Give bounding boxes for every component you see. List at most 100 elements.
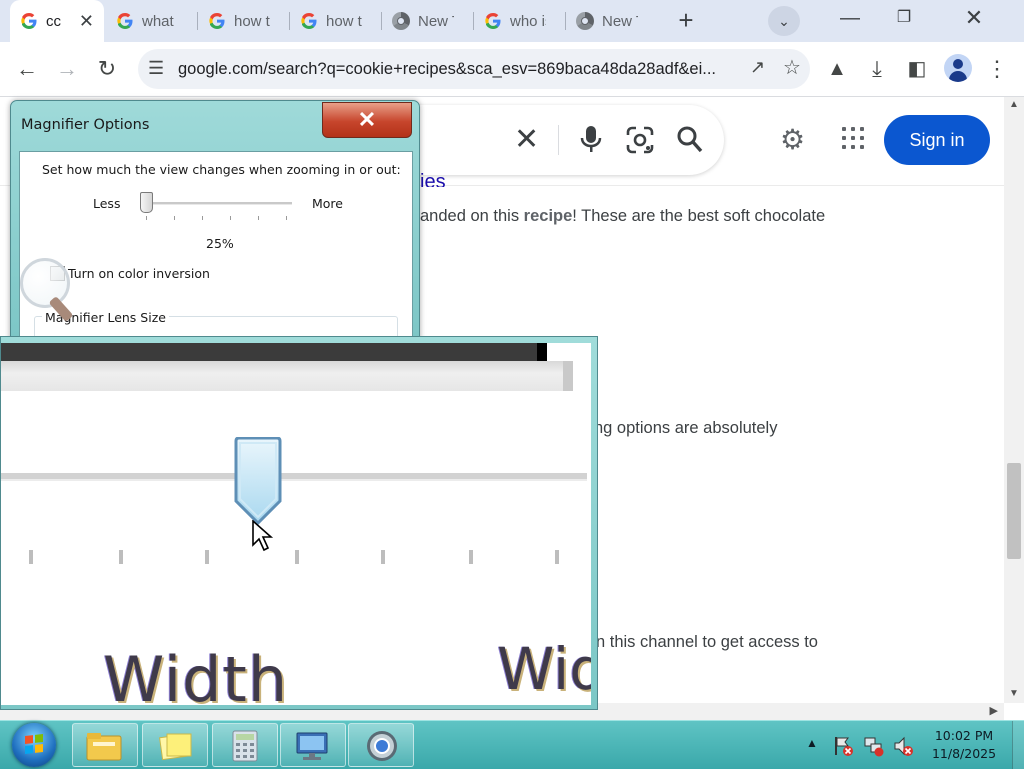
magnified-width-label: Wid — [497, 635, 591, 703]
tab-new-tab-1[interactable]: New T — [382, 0, 474, 42]
google-lens-icon[interactable] — [625, 125, 655, 155]
tab-how-to-2[interactable]: how to — [290, 0, 382, 42]
windows-logo-icon — [25, 734, 43, 754]
system-tray: ▲ — [800, 721, 928, 769]
settings-gear-icon[interactable]: ⚙ — [780, 123, 805, 156]
slider-more-label: More — [312, 196, 343, 211]
bookmark-star-icon[interactable]: ☆ — [783, 55, 801, 80]
side-panel-icon[interactable]: ◧ — [902, 54, 932, 84]
google-g-icon — [117, 13, 133, 29]
magnified-slider-track — [1, 473, 587, 481]
url-text[interactable]: google.com/search?q=cookie+recipes&sca_e… — [178, 49, 748, 89]
snippet-text: ! These are the best soft chocolate — [572, 207, 826, 225]
chrome-icon — [367, 731, 397, 761]
taskbar-explorer-button[interactable] — [72, 723, 138, 767]
chrome-icon — [576, 12, 594, 30]
magnifier-glass-icon[interactable] — [20, 258, 70, 308]
start-button[interactable] — [12, 723, 56, 767]
taskbar-sticky-notes-button[interactable] — [142, 723, 208, 767]
scroll-up-arrow-icon[interactable]: ▲ — [1009, 99, 1019, 110]
new-tab-button[interactable]: + — [670, 6, 702, 36]
microphone-icon[interactable] — [580, 125, 602, 155]
dialog-close-button[interactable]: ✕ — [322, 102, 412, 138]
show-desktop-button[interactable] — [1012, 721, 1024, 769]
back-button[interactable]: ← — [12, 54, 42, 84]
tab-title: cc — [46, 12, 61, 30]
close-window-button[interactable]: ✕ — [954, 4, 994, 34]
forward-button[interactable]: → — [52, 54, 82, 84]
search-box[interactable]: ✕ — [380, 105, 724, 175]
result-snippet: n this channel to get access to — [596, 633, 818, 652]
scroll-right-arrow-icon[interactable]: ▶ — [990, 704, 998, 717]
share-icon[interactable]: ↗ — [750, 57, 765, 78]
magnified-width-label: Width — [103, 643, 289, 705]
menu-kebab-icon[interactable]: ⋮ — [982, 54, 1012, 84]
magnified-tick — [205, 550, 209, 564]
magnified-tick — [295, 550, 299, 564]
scrollbar-thumb[interactable] — [1007, 463, 1021, 559]
taskbar-calculator-button[interactable] — [212, 723, 278, 767]
action-center-flag-icon[interactable] — [832, 735, 854, 757]
zoom-step-slider-track[interactable] — [142, 202, 292, 205]
taskbar-chrome-button[interactable] — [348, 723, 414, 767]
tab-search-button[interactable]: ⌄ — [768, 6, 800, 36]
dialog-title: Magnifier Options — [21, 117, 150, 133]
magnified-tick — [29, 550, 33, 564]
google-g-icon — [485, 13, 501, 29]
google-g-icon — [301, 13, 317, 29]
clock-date: 11/8/2025 — [931, 746, 997, 761]
restore-button[interactable]: ❐ — [884, 4, 924, 34]
magnified-view: Width Wid — [1, 343, 591, 705]
magnified-border-band — [1, 343, 547, 361]
tab-who-is[interactable]: who is — [474, 0, 566, 42]
profile-avatar[interactable] — [944, 54, 972, 82]
snippet-text: ng options are absolutely — [594, 419, 778, 437]
magnified-tick — [555, 550, 559, 564]
clear-search-icon[interactable]: ✕ — [514, 123, 539, 157]
tab-strip: cc ✕ what a how to how to — [0, 0, 1024, 42]
windows-explorer-icon — [86, 733, 122, 761]
scroll-down-arrow-icon[interactable]: ▼ — [1009, 688, 1019, 699]
slider-less-label: Less — [93, 196, 121, 211]
google-g-icon — [209, 13, 225, 29]
download-icon[interactable]: ⤓ — [862, 54, 892, 84]
snippet-highlight: recipe — [523, 207, 573, 225]
search-icon[interactable] — [676, 125, 704, 155]
magnified-frame-band — [1, 361, 573, 391]
tab-title: what a — [142, 12, 178, 30]
sign-in-button[interactable]: Sign in — [884, 115, 990, 165]
network-icon[interactable] — [862, 735, 884, 757]
google-apps-icon[interactable] — [842, 127, 864, 149]
tab-how-to-1[interactable]: how to — [198, 0, 290, 42]
chrome-icon — [392, 12, 410, 30]
show-hidden-icons-icon[interactable]: ▲ — [806, 736, 818, 750]
magnified-tick — [119, 550, 123, 564]
tab-cookie-search[interactable]: cc ✕ — [10, 0, 104, 42]
color-inversion-label[interactable]: Turn on color inversion — [68, 266, 210, 281]
tab-what[interactable]: what a — [106, 0, 198, 42]
site-info-icon[interactable]: ☰ — [148, 58, 164, 79]
reload-button[interactable]: ↻ — [92, 54, 122, 84]
tab-title: New T — [602, 12, 638, 30]
tab-title: how to — [234, 12, 270, 30]
zoom-step-slider-thumb[interactable] — [140, 192, 153, 213]
clock-time: 10:02 PM — [934, 728, 994, 743]
close-tab-icon[interactable]: ✕ — [79, 11, 94, 32]
result-heading-fragment[interactable]: ies — [420, 171, 446, 187]
volume-muted-icon[interactable] — [892, 735, 914, 757]
tab-new-tab-2[interactable]: New T — [566, 0, 658, 42]
vertical-scrollbar[interactable]: ▲ ▼ — [1004, 97, 1024, 703]
search-divider — [558, 125, 559, 155]
magnifier-lens-window: Width Wid — [0, 336, 598, 710]
taskbar-clock[interactable]: 10:02 PM 11/8/2025 — [928, 727, 1000, 763]
slider-ticks — [146, 216, 292, 220]
taskbar-remote-desktop-button[interactable] — [280, 723, 346, 767]
calculator-icon — [232, 730, 258, 762]
zoom-increment-value: 25% — [206, 236, 234, 251]
zoom-step-description: Set how much the view changes when zoomi… — [42, 162, 401, 177]
remote-desktop-icon — [296, 732, 328, 760]
tab-title: New T — [418, 12, 454, 30]
address-bar[interactable]: ☰ google.com/search?q=cookie+recipes&sca… — [138, 49, 810, 89]
minimize-button[interactable]: — — [830, 4, 870, 34]
labs-flask-icon[interactable]: ▲ — [822, 54, 852, 84]
